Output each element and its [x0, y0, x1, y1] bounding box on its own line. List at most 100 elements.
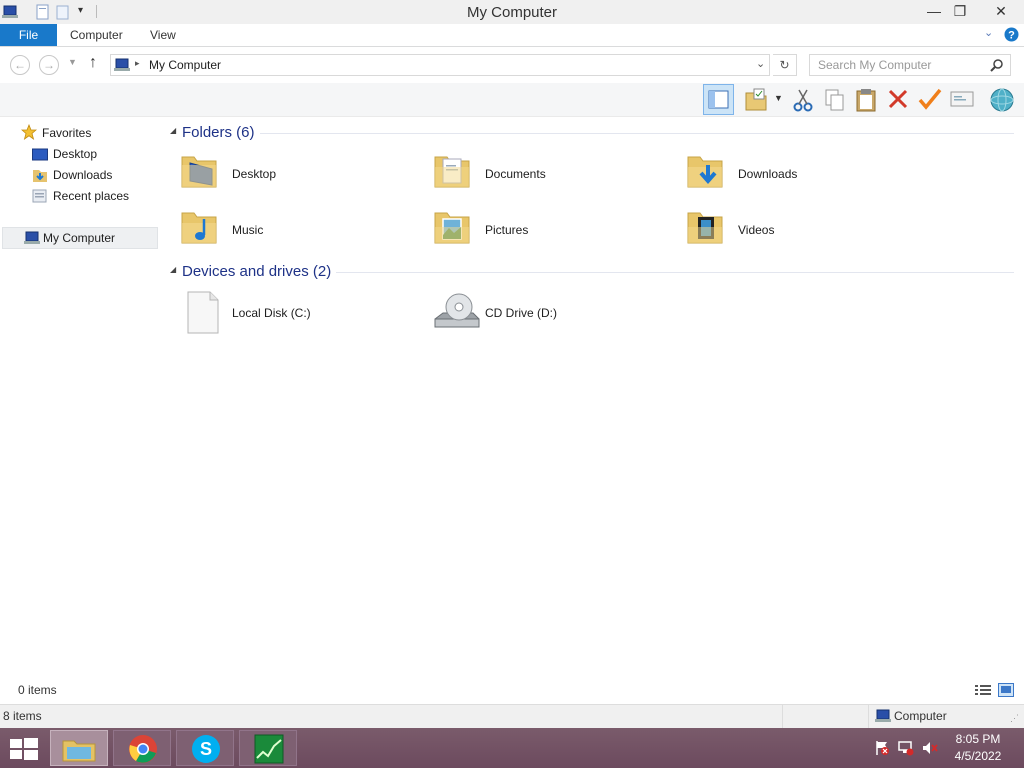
windows-start-icon[interactable] [9, 737, 39, 761]
preview-pane-icon[interactable] [703, 84, 734, 115]
volume-muted-icon[interactable] [922, 740, 938, 756]
help-icon[interactable]: ? [1004, 27, 1019, 42]
collapse-drives-icon[interactable]: ◢ [170, 265, 176, 274]
downloads-folder-icon [687, 156, 723, 188]
folder-item-desktop[interactable]: Desktop [180, 151, 420, 195]
select-folder-icon[interactable] [744, 87, 768, 113]
star-icon [21, 124, 37, 140]
cd-drive-icon [434, 293, 480, 328]
computer-icon [24, 231, 40, 244]
folder-item-downloads[interactable]: Downloads [686, 151, 926, 195]
separator [868, 705, 869, 729]
tab-file[interactable]: File [0, 24, 57, 46]
large-icons-view-icon[interactable] [998, 683, 1014, 697]
item-count: 8 items [3, 709, 42, 723]
folder-item-music[interactable]: Music [180, 207, 420, 251]
clock-date[interactable]: 4/5/2022 [946, 749, 1010, 763]
address-bar[interactable]: ▸ My Computer ⌄ [110, 54, 770, 76]
status-bar: 8 items Computer ⋰ [0, 704, 1024, 729]
network-globe-icon[interactable] [988, 87, 1016, 113]
navigation-bar: ← → ▼ ↑ ▸ My Computer ⌄ ↻ Search My Comp… [0, 47, 1024, 83]
svg-text:?: ? [1008, 30, 1015, 42]
recent-locations-dropdown-icon[interactable]: ▼ [68, 57, 77, 67]
location-status: Computer [894, 709, 947, 723]
selection-status: 0 items [18, 683, 57, 697]
copy-icon[interactable] [824, 88, 846, 112]
breadcrumb-chevron-icon[interactable]: ▸ [135, 58, 140, 69]
group-divider [260, 133, 1014, 134]
close-button[interactable]: ✕ [978, 0, 1024, 22]
clock-time[interactable]: 8:05 PM [946, 732, 1010, 746]
navigation-pane: Favorites Desktop Downloads Recent place… [0, 117, 160, 702]
view-options-dropdown-icon[interactable]: ▼ [774, 93, 783, 103]
taskbar-skype[interactable]: S [176, 730, 234, 766]
folders-group-header[interactable]: Folders (6) [182, 124, 255, 141]
ribbon-tabs: File Computer View ⌄ ? [0, 24, 1024, 47]
drive-item-local-disk[interactable]: Local Disk (C:) [180, 289, 420, 337]
local-disk-icon [187, 291, 219, 334]
skype-icon: S [192, 735, 220, 763]
nav-favorites[interactable]: Favorites [42, 123, 91, 143]
documents-folder-icon [434, 156, 470, 188]
folder-label: Downloads [738, 167, 798, 181]
group-divider [336, 272, 1014, 273]
content-pane: ◢ Folders (6) Desktop Documents Download… [18, 117, 1024, 702]
drive-item-cd-drive[interactable]: CD Drive (D:) [433, 289, 673, 337]
computer-icon [875, 709, 891, 722]
taskbar-file-explorer[interactable] [50, 730, 108, 766]
rename-check-icon[interactable] [918, 88, 942, 110]
drives-group-header[interactable]: Devices and drives (2) [182, 263, 331, 280]
up-button[interactable]: ↑ [89, 54, 97, 72]
cut-icon[interactable] [792, 88, 814, 112]
folder-item-documents[interactable]: Documents [433, 151, 673, 195]
collapse-folders-icon[interactable]: ◢ [170, 126, 176, 135]
taskbar-chrome[interactable] [113, 730, 171, 766]
folder-label: Desktop [232, 167, 277, 181]
forward-button[interactable]: → [39, 55, 59, 75]
nav-item-downloads[interactable]: Downloads [53, 165, 112, 185]
folder-item-pictures[interactable]: Pictures [433, 207, 673, 251]
svg-text:S: S [200, 739, 212, 759]
search-input[interactable]: Search My Computer [809, 54, 1011, 76]
pictures-folder-icon [434, 212, 470, 244]
desktop-folder-icon [181, 156, 217, 188]
details-view-icon[interactable] [975, 684, 991, 696]
action-center-flag-icon[interactable] [874, 740, 890, 756]
drive-label: CD Drive (D:) [485, 306, 557, 320]
drive-label: Local Disk (C:) [232, 306, 311, 320]
folder-label: Music [232, 223, 264, 237]
delete-icon[interactable] [887, 88, 909, 110]
resize-grip-icon[interactable]: ⋰ [1010, 713, 1019, 724]
desktop-icon [32, 148, 48, 161]
tab-view[interactable]: View [150, 24, 176, 46]
restore-button[interactable]: ❐ [942, 0, 978, 22]
videos-folder-icon [687, 212, 723, 244]
music-folder-icon [181, 212, 217, 244]
title-bar: ▾ My Computer — ❐ ✕ [0, 0, 1024, 24]
nav-item-recent-places[interactable]: Recent places [53, 186, 129, 206]
folder-label: Documents [485, 167, 546, 181]
breadcrumb-current[interactable]: My Computer [149, 58, 221, 72]
file-explorer-icon [62, 740, 96, 762]
performance-chart-icon [254, 734, 284, 764]
window-title: My Computer [466, 4, 558, 21]
nav-item-desktop[interactable]: Desktop [53, 144, 97, 164]
chrome-icon [129, 735, 157, 763]
separator [782, 705, 783, 729]
taskbar-task-manager[interactable] [239, 730, 297, 766]
taskbar: S 8:05 PM 4/5/2022 [0, 728, 1024, 768]
expand-ribbon-icon[interactable]: ⌄ [984, 26, 993, 39]
downloads-icon [33, 170, 47, 182]
folder-item-videos[interactable]: Videos [686, 207, 926, 251]
tab-computer[interactable]: Computer [70, 24, 123, 46]
properties-card-icon[interactable] [950, 90, 974, 108]
computer-icon [114, 58, 130, 71]
network-icon[interactable] [898, 740, 914, 756]
address-dropdown-icon[interactable]: ⌄ [756, 57, 765, 70]
back-button[interactable]: ← [10, 55, 30, 75]
nav-item-my-computer[interactable]: My Computer [2, 227, 158, 249]
search-icon[interactable] [990, 59, 1003, 72]
paste-icon[interactable] [855, 87, 879, 113]
nav-item-my-computer-label: My Computer [43, 231, 116, 245]
refresh-button[interactable]: ↻ [773, 54, 797, 76]
